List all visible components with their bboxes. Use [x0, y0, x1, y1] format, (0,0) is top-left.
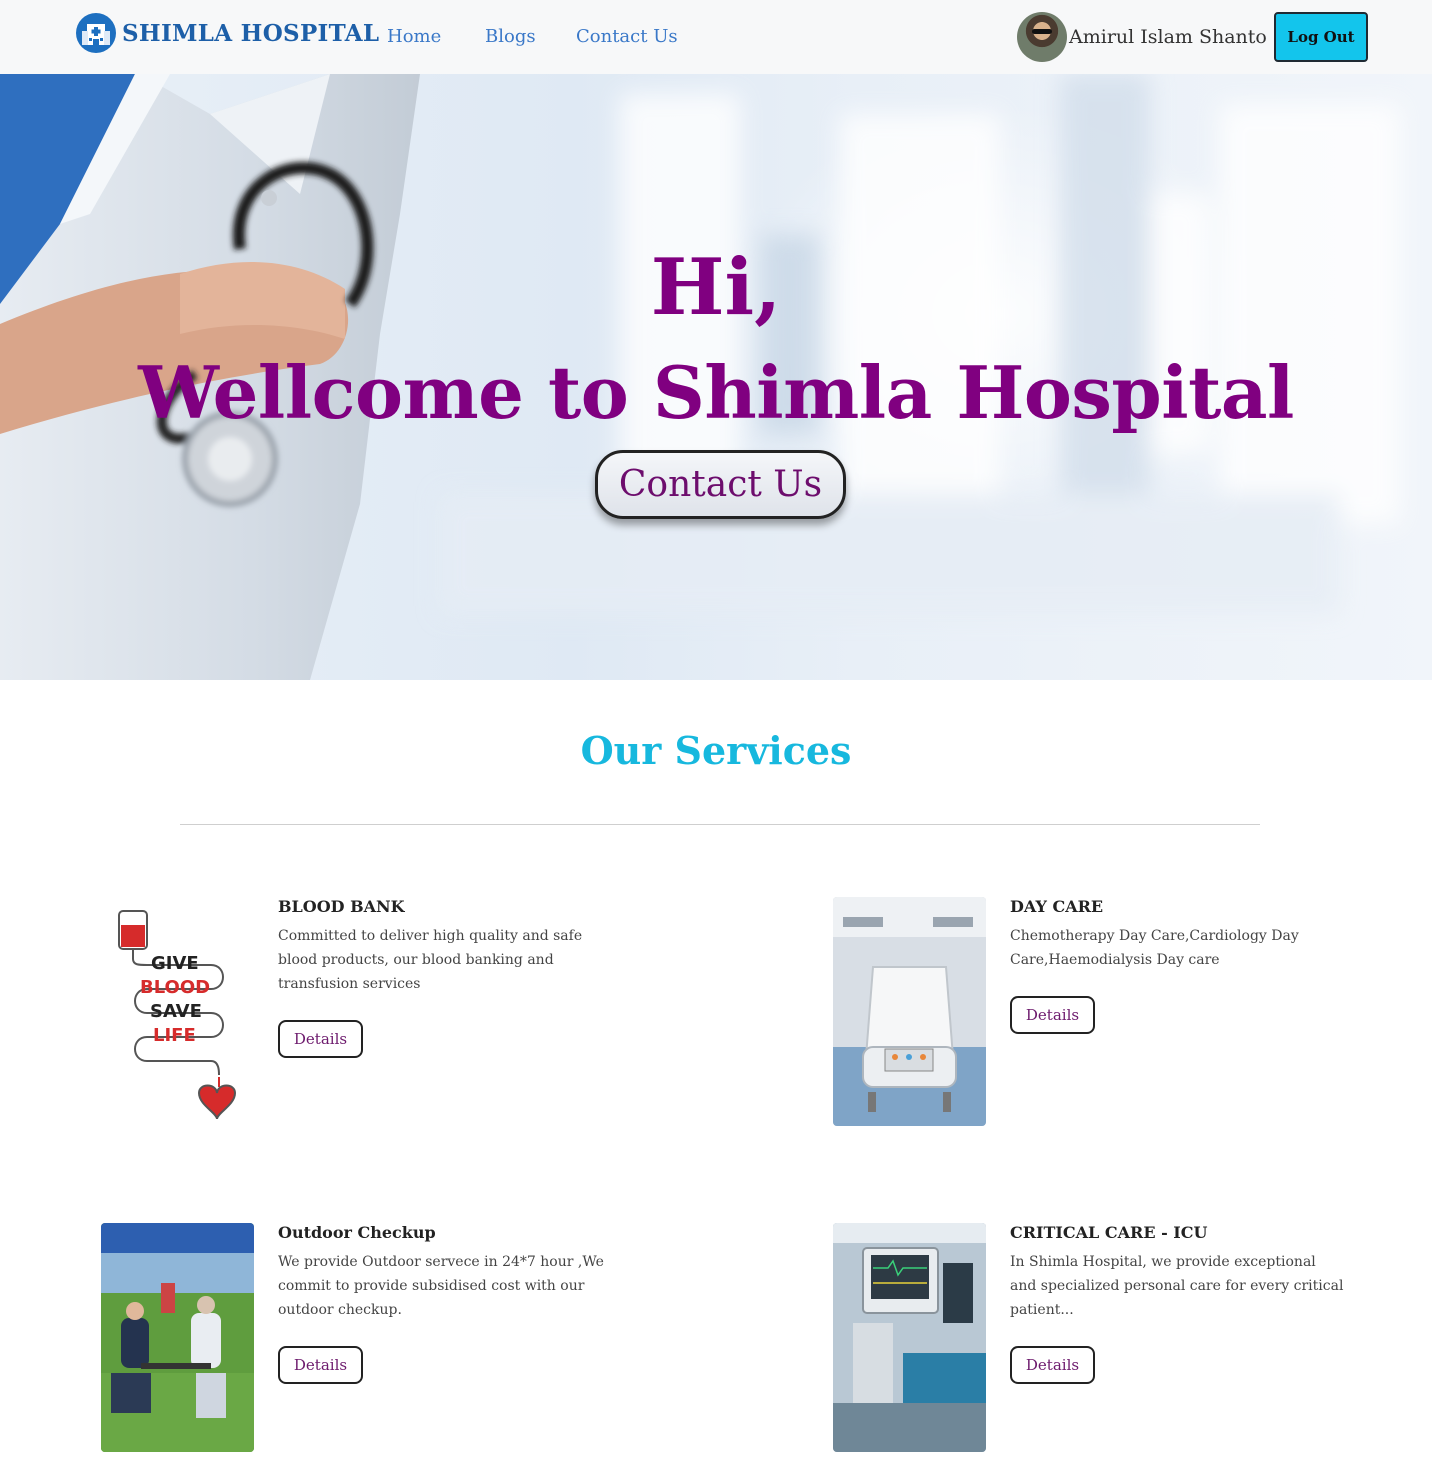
blood-bank-image-text-blood: BLOOD	[140, 977, 211, 998]
hospital-icon	[76, 13, 116, 53]
service-title-critical-care: CRITICAL CARE - ICU	[1010, 1223, 1208, 1242]
hero-banner: Hi, Wellcome to Shimla Hospital Contact …	[0, 74, 1432, 680]
hero-greeting: Hi,	[650, 242, 782, 333]
avatar	[1017, 12, 1067, 62]
nav-home[interactable]: Home	[387, 26, 441, 47]
outdoor-checkup-image	[101, 1223, 254, 1452]
service-title-blood-bank: BLOOD BANK	[278, 897, 405, 916]
blood-bank-image-text-give: GIVE	[151, 953, 199, 974]
critical-care-image	[833, 1223, 986, 1452]
service-title-outdoor-checkup: Outdoor Checkup	[278, 1223, 436, 1242]
nav-contact-us[interactable]: Contact Us	[576, 26, 678, 47]
divider	[180, 824, 1260, 825]
service-desc-critical-care: In Shimla Hospital, we provide exception…	[1010, 1254, 1344, 1318]
details-button-critical-care[interactable]: Details	[1010, 1346, 1095, 1384]
services-title: Our Services	[580, 728, 852, 773]
blood-bank-image-text-save: SAVE	[150, 1001, 202, 1022]
hero-headline: Wellcome to Shimla Hospital	[138, 350, 1294, 435]
brand[interactable]: SHIMLA HOSPITAL	[76, 13, 379, 53]
user-name: Amirul Islam Shanto	[1069, 26, 1267, 48]
details-button-blood-bank[interactable]: Details	[278, 1020, 363, 1058]
service-desc-outdoor-checkup: We provide Outdoor servece in 24*7 hour …	[278, 1254, 604, 1318]
service-title-day-care: DAY CARE	[1010, 897, 1104, 916]
logout-button[interactable]: Log Out	[1274, 12, 1368, 62]
hero-contact-button[interactable]: Contact Us	[595, 450, 846, 519]
service-desc-day-care: Chemotherapy Day Care,Cardiology Day Car…	[1010, 928, 1299, 968]
service-desc-blood-bank: Committed to deliver high quality and sa…	[278, 928, 583, 992]
details-button-day-care[interactable]: Details	[1010, 996, 1095, 1034]
blood-bank-image-text-life: LIFE	[153, 1025, 196, 1046]
day-care-image	[833, 897, 986, 1126]
brand-name[interactable]: SHIMLA HOSPITAL	[122, 20, 379, 47]
details-button-outdoor-checkup[interactable]: Details	[278, 1346, 363, 1384]
navbar: SHIMLA HOSPITAL Home Blogs Contact Us Am…	[0, 0, 1432, 74]
user-profile: Amirul Islam Shanto	[1017, 12, 1267, 62]
blood-bank-image: GIVE BLOOD SAVE LIFE	[101, 897, 254, 1126]
nav-blogs[interactable]: Blogs	[485, 26, 536, 47]
